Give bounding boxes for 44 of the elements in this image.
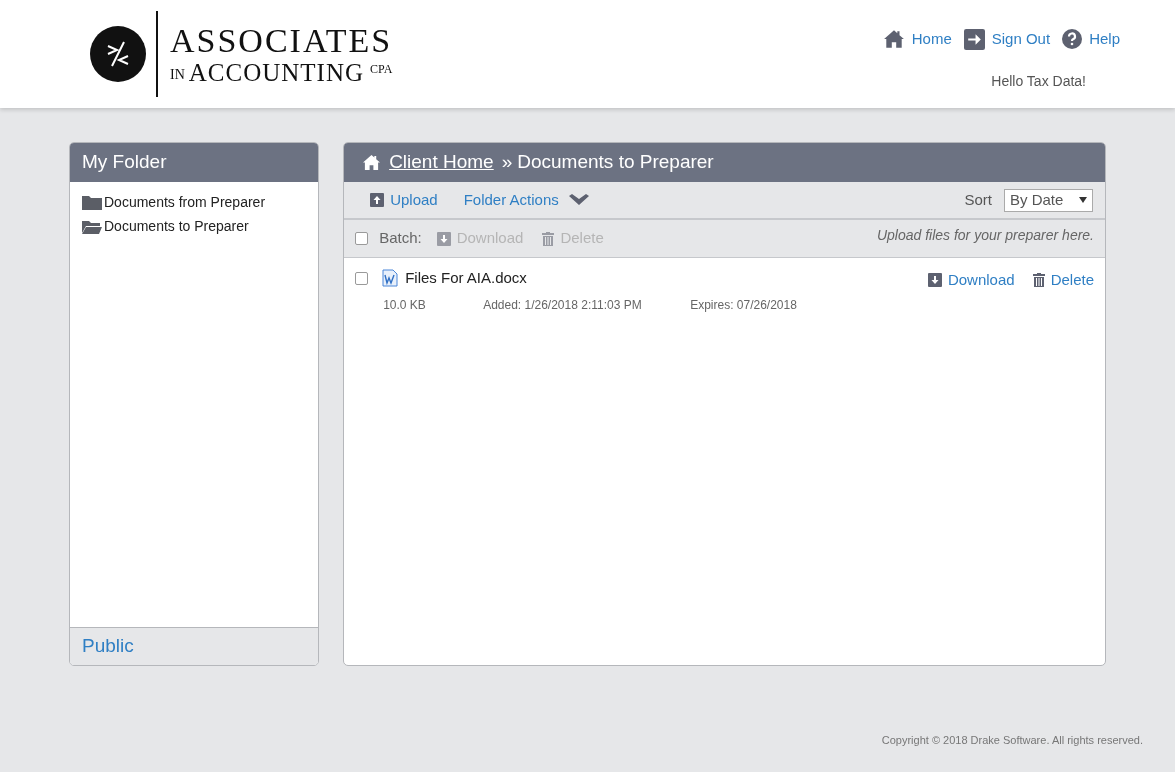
- document-icon: [382, 269, 399, 288]
- download-icon: [436, 231, 451, 246]
- file-expiry-date: Expires: 07/26/2018: [690, 296, 797, 314]
- upload-button[interactable]: Upload: [370, 188, 438, 212]
- file-name[interactable]: Files For AIA.docx: [405, 267, 527, 290]
- greeting: Hello Tax Data!: [991, 71, 1086, 91]
- open-folder-icon: [82, 218, 102, 235]
- download-button[interactable]: Download: [927, 269, 1015, 292]
- public-link[interactable]: Public: [82, 632, 134, 661]
- upload-hint: Upload files for your preparer here.: [876, 226, 1094, 245]
- breadcrumb-separator: »: [501, 150, 513, 175]
- chevron-down-icon: [568, 194, 589, 206]
- logo-prefix: IN: [170, 67, 185, 82]
- batch-label: Batch:: [379, 228, 422, 249]
- delete-button[interactable]: Delete: [1032, 269, 1094, 292]
- logo-mark-icon: [90, 26, 146, 82]
- download-icon: [927, 273, 942, 288]
- sign-out-icon: [963, 28, 985, 50]
- copyright: Copyright © 2018 Drake Software. All rights reserved.: [881, 732, 1143, 748]
- nav-link[interactable]: Home: [882, 28, 952, 51]
- trash-icon: [1032, 273, 1045, 288]
- folder-icon: [82, 194, 102, 211]
- file-added-date: Added: 1/26/2018 2:11:03 PM: [483, 296, 643, 314]
- sort-dropdown[interactable]: By Date: [1004, 188, 1093, 212]
- nav-link[interactable]: Help: [1062, 28, 1120, 51]
- folder-item[interactable]: Documents to Preparer: [82, 216, 307, 237]
- logo-title: ASSOCIATES: [170, 23, 393, 58]
- logo-subtitle: ACCOUNTING: [188, 59, 365, 85]
- logo-suffix: CPA: [370, 62, 393, 75]
- folder-item[interactable]: Documents from Preparer: [82, 192, 307, 213]
- breadcrumb-current: Documents to Preparer: [517, 150, 714, 175]
- upload-icon: [370, 193, 385, 207]
- home-icon: [362, 154, 382, 171]
- nav-link[interactable]: Sign Out: [963, 28, 1051, 51]
- file-size: 10.0 KB: [383, 296, 427, 314]
- dropdown-arrow-icon: [1079, 197, 1087, 203]
- help-icon: [1062, 29, 1083, 50]
- trash-icon: [542, 231, 555, 246]
- folder-actions-menu[interactable]: Folder Actions: [463, 188, 589, 212]
- panel-title: My Folder: [82, 150, 167, 175]
- checkbox[interactable]: [355, 271, 369, 285]
- breadcrumb-link[interactable]: Client Home: [389, 148, 494, 177]
- sort-label: Sort: [964, 189, 992, 210]
- home-icon: [882, 29, 905, 50]
